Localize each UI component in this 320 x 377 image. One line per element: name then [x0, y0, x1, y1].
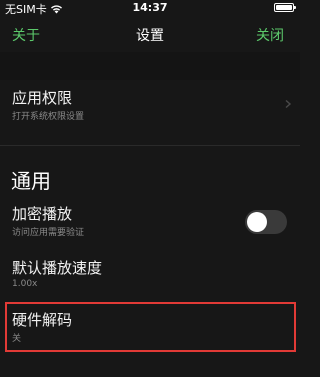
encrypted-playback-title: 加密播放 [12, 205, 73, 223]
section-header-general: 通用 [11, 169, 51, 193]
toggle-knob [247, 212, 267, 232]
app-permission-subtitle: 打开系统权限设置 [12, 112, 85, 122]
section-gap [0, 52, 300, 80]
divider [0, 145, 300, 146]
encrypted-playback-row: 加密播放 访问应用需要验证 [0, 198, 300, 246]
battery-icon [274, 3, 296, 12]
encrypted-playback-toggle[interactable] [245, 210, 287, 234]
app-permission-row[interactable]: 应用权限 打开系统权限设置 [0, 80, 300, 130]
chevron-right-icon [285, 100, 292, 108]
status-right [274, 3, 296, 12]
close-button[interactable]: 关闭 [256, 25, 284, 45]
default-speed-row[interactable]: 默认播放速度 1.00x [0, 253, 300, 298]
default-speed-value: 1.00x [12, 279, 38, 289]
nav-bar: 关于 设置 关闭 [0, 16, 300, 52]
app-permission-title: 应用权限 [12, 89, 73, 107]
page-title: 设置 [136, 28, 164, 44]
status-time: 14:37 [132, 1, 168, 14]
status-bar: 无SIM卡 14:37 [0, 0, 300, 16]
default-speed-title: 默认播放速度 [12, 259, 103, 277]
highlight-box [5, 302, 296, 352]
encrypted-playback-subtitle: 访问应用需要验证 [12, 228, 85, 238]
